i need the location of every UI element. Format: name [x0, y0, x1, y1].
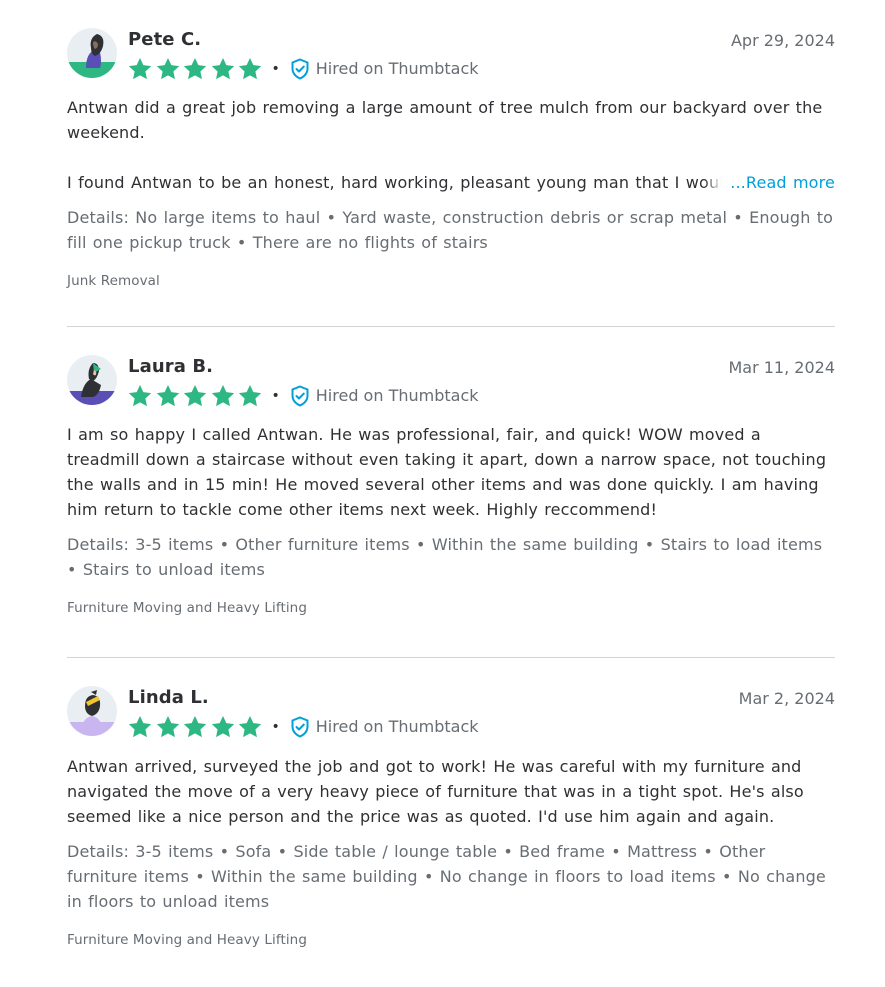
star-rating: • Hired on Thumbtack	[127, 56, 479, 82]
avatar	[67, 28, 117, 78]
star-icon	[183, 715, 207, 738]
star-icon	[238, 715, 262, 738]
review-header: Pete C. Apr 29, 2024 • Hired on Thumbtac…	[67, 0, 835, 90]
star-icon	[238, 57, 262, 80]
star-rating: • Hired on Thumbtack	[127, 383, 479, 409]
star-icon	[128, 57, 152, 80]
star-icon	[211, 57, 234, 80]
review-header: Laura B. Mar 11, 2024 • Hired on Thumbta…	[67, 327, 835, 417]
separator-dot: •	[271, 61, 280, 77]
review-paragraph: I found Antwan to be an honest, hard wor…	[67, 173, 735, 192]
star-icon	[183, 57, 207, 80]
service-category: Junk Removal	[67, 273, 160, 289]
review-date: Mar 11, 2024	[728, 358, 835, 377]
review-details: Details: 3-5 items • Sofa • Side table /…	[67, 842, 826, 911]
reviews-list: Pete C. Apr 29, 2024 • Hired on Thumbtac…	[67, 0, 835, 987]
star-icon	[156, 384, 179, 407]
separator-dot: •	[271, 388, 280, 404]
reviewer-name: Linda L.	[128, 687, 209, 708]
avatar	[67, 686, 117, 736]
hired-badge: Hired on Thumbtack	[315, 386, 479, 405]
review-item: Linda L. Mar 2, 2024 • Hired on Thumbtac…	[67, 658, 835, 987]
service-category: Furniture Moving and Heavy Lifting	[67, 932, 308, 948]
service-category: Furniture Moving and Heavy Lifting	[67, 600, 308, 616]
hired-badge: Hired on Thumbtack	[315, 717, 479, 736]
read-more-link[interactable]: ...Read more	[704, 170, 835, 195]
review-item: Laura B. Mar 11, 2024 • Hired on Thumbta…	[67, 327, 835, 658]
review-paragraph: Antwan did a great job removing a large …	[67, 98, 823, 142]
star-icon	[238, 384, 262, 407]
star-icon	[156, 57, 179, 80]
star-icon	[211, 384, 234, 407]
review-details: Details: 3-5 items • Other furniture ite…	[67, 535, 823, 579]
star-icon	[211, 715, 234, 738]
review-item: Pete C. Apr 29, 2024 • Hired on Thumbtac…	[67, 0, 835, 327]
reviewer-name: Pete C.	[128, 29, 202, 50]
review-details: Details: No large items to haul • Yard w…	[67, 208, 834, 252]
review-paragraph-truncated: I found Antwan to be an honest, hard wor…	[67, 170, 835, 195]
star-rating: • Hired on Thumbtack	[127, 714, 479, 740]
review-date: Mar 2, 2024	[738, 689, 835, 708]
separator-dot: •	[271, 719, 280, 735]
avatar	[67, 355, 117, 405]
star-icon	[128, 715, 152, 738]
star-icon	[128, 384, 152, 407]
shield-check-icon	[291, 385, 309, 407]
shield-check-icon	[291, 716, 309, 738]
review-header: Linda L. Mar 2, 2024 • Hired on Thumbtac…	[67, 658, 835, 748]
star-icon	[183, 384, 207, 407]
star-icon	[156, 715, 179, 738]
review-text: Antwan arrived, surveyed the job and got…	[67, 757, 804, 826]
review-text: I am so happy I called Antwan. He was pr…	[67, 425, 827, 519]
hired-badge: Hired on Thumbtack	[315, 59, 479, 78]
review-date: Apr 29, 2024	[730, 31, 835, 50]
review-text: Antwan did a great job removing a large …	[67, 95, 835, 195]
shield-check-icon	[291, 58, 309, 80]
reviewer-name: Laura B.	[128, 356, 214, 377]
